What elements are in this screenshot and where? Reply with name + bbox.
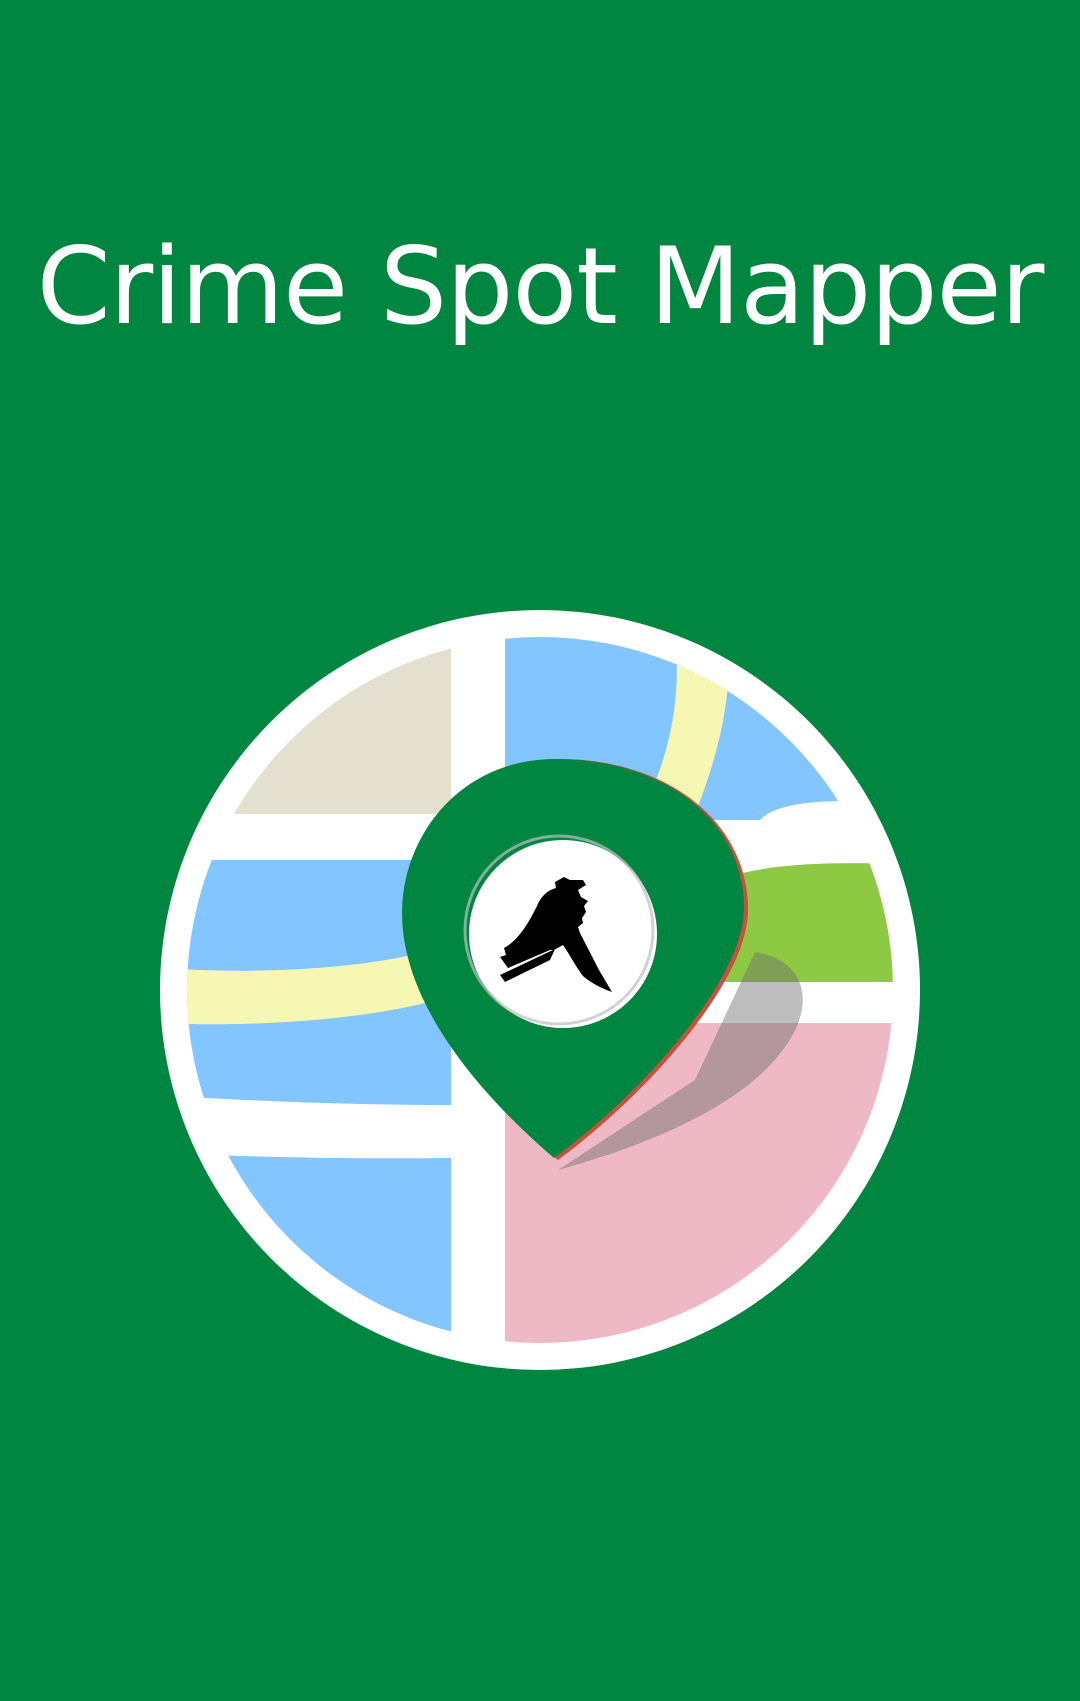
splash-screen: Crime Spot Mapper [0, 0, 1080, 1701]
crime-location-map-icon [160, 610, 920, 1370]
app-title: Crime Spot Mapper [36, 225, 1045, 348]
